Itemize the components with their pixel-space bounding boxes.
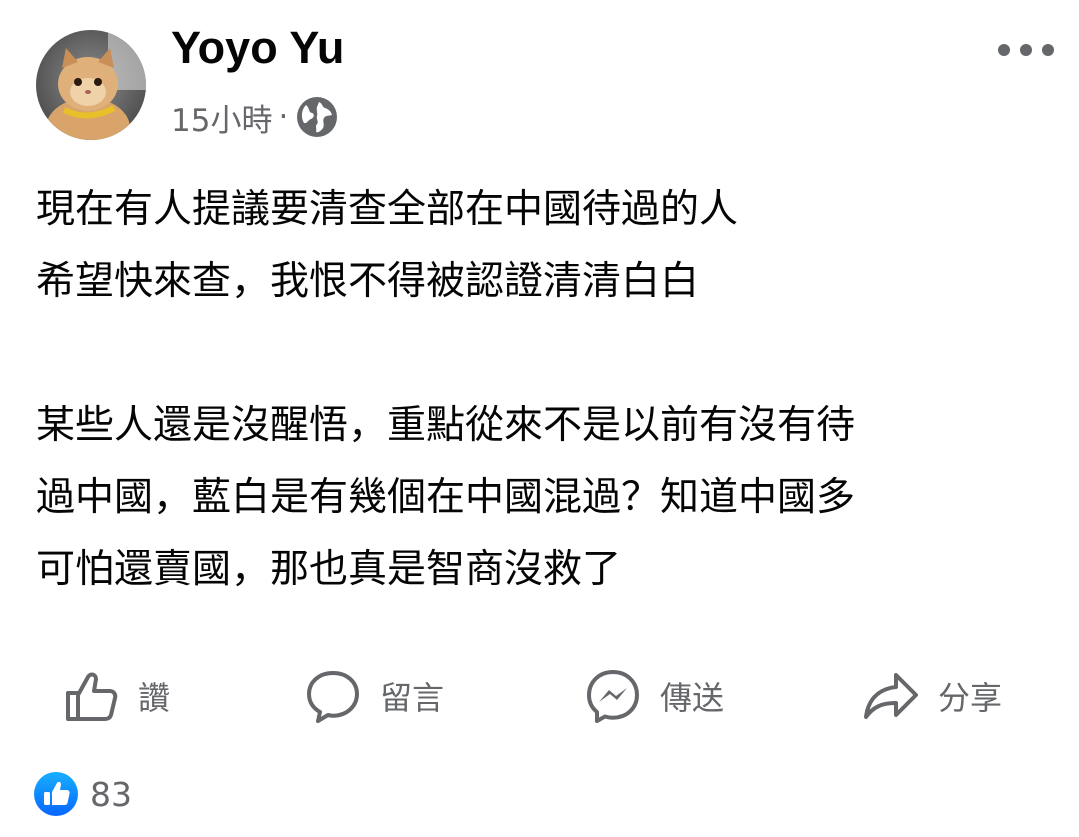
cat-avatar-image — [36, 30, 146, 140]
send-button[interactable]: 傳送 — [584, 660, 724, 732]
post-text-line: 過中國，藍白是有幾個在中國混過？知道中國多 — [36, 475, 856, 520]
post-action-bar: 讚 留言 傳送 分享 — [0, 660, 1079, 732]
comment-label: 留言 — [380, 679, 445, 717]
globe-icon[interactable] — [296, 96, 338, 138]
comment-button[interactable]: 留言 — [304, 660, 444, 732]
post-text-line: 現在有人提議要清查全部在中國待過的人 — [36, 187, 739, 232]
like-badge-icon — [34, 772, 78, 816]
like-label: 讚 — [138, 679, 171, 717]
more-options-button[interactable] — [994, 30, 1058, 70]
share-arrow-icon — [864, 673, 918, 719]
share-label: 分享 — [938, 679, 1003, 717]
post-text-line: 某些人還是沒醒悟，重點從來不是以前有沒有待 — [36, 403, 856, 448]
post-text-line: 希望快來查，我恨不得被認證清清白白 — [36, 259, 700, 304]
share-button[interactable]: 分享 — [862, 660, 1002, 732]
author-avatar[interactable] — [36, 30, 146, 140]
post-text-line: 可怕還賣國，那也真是智商沒救了 — [36, 547, 622, 592]
post-text-line — [36, 318, 1056, 390]
messenger-icon — [587, 670, 639, 723]
post-meta: 15小時 · — [171, 94, 338, 140]
post-text: 現在有人提議要清查全部在中國待過的人 希望快來查，我恨不得被認證清清白白 某些人… — [36, 174, 1056, 606]
post-timestamp[interactable]: 15小時 — [171, 95, 272, 140]
meta-separator: · — [278, 99, 289, 135]
facebook-post: Yoyo Yu 15小時 · 現在有人提議要清查全部在中國待過的人 希望快來查，… — [0, 0, 1079, 837]
reaction-count: 83 — [90, 774, 132, 814]
more-dots-icon — [998, 44, 1054, 56]
like-button[interactable]: 讚 — [62, 660, 170, 732]
author-name[interactable]: Yoyo Yu — [171, 20, 344, 76]
thumbs-up-icon — [66, 672, 118, 721]
send-label: 傳送 — [660, 679, 725, 717]
comment-bubble-icon — [307, 671, 359, 723]
reaction-summary[interactable]: 83 — [34, 770, 132, 818]
